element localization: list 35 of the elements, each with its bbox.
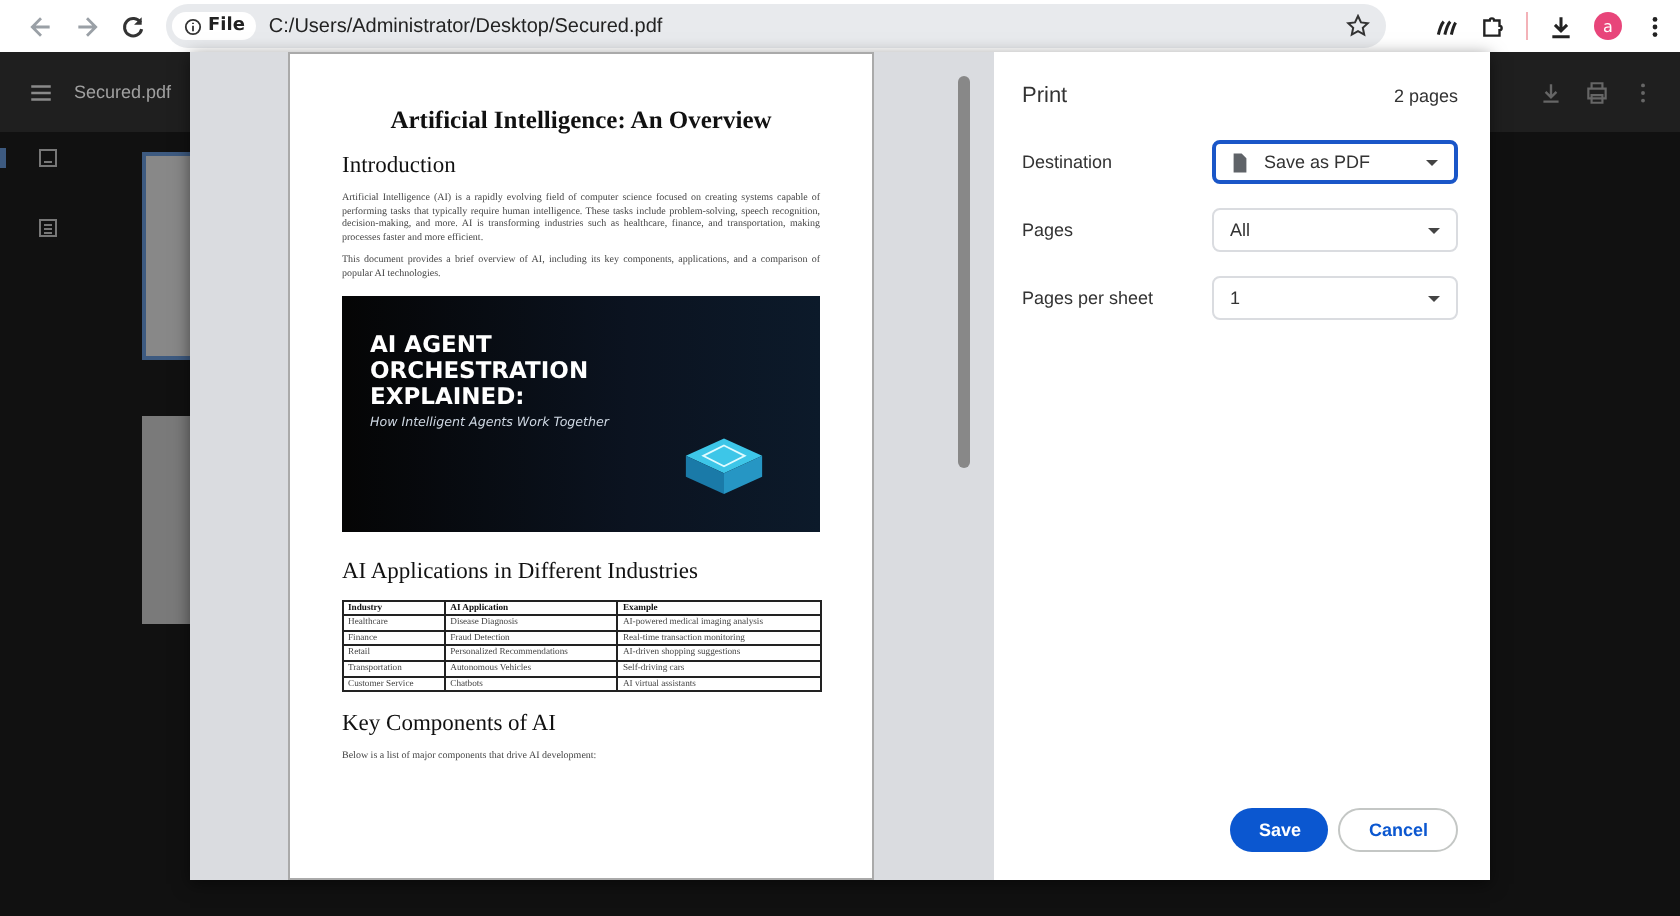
setting-label: Pages per sheet: [1022, 288, 1156, 308]
page-count: 2 pages: [1393, 86, 1458, 106]
back-icon[interactable]: [28, 13, 54, 39]
caret-icon: [1426, 159, 1438, 165]
print-icon[interactable]: [1584, 79, 1610, 105]
caret-icon: [1428, 295, 1440, 301]
document-icon: [1232, 151, 1248, 173]
banner-headline: AI AGENT ORCHESTRATION EXPLAINED:: [370, 331, 589, 410]
document-title: Artificial Intelligence: An Overview: [388, 106, 774, 136]
setting-label: Pages: [1022, 220, 1076, 240]
site-info-chip[interactable]: File: [172, 12, 257, 40]
url-text: C:/Users/Administrator/Desktop/Secured.pdf: [268, 15, 665, 37]
download-icon[interactable]: [1548, 13, 1574, 39]
puzzle-icon[interactable]: [1480, 13, 1506, 39]
dropdown[interactable]: All: [1212, 208, 1458, 252]
save-button[interactable]: Save: [1230, 808, 1329, 852]
cancel-button[interactable]: Cancel: [1338, 808, 1458, 852]
menu-icon[interactable]: [28, 79, 54, 105]
bookmark-star-icon[interactable]: [1346, 14, 1370, 38]
dialog-title: Print: [1022, 84, 1068, 108]
thumbnails-icon: [38, 148, 58, 168]
file-name: Secured.pdf: [74, 82, 172, 102]
profile-avatar[interactable]: a: [1594, 12, 1622, 40]
dropdown[interactable]: Save as PDF: [1212, 140, 1458, 184]
section-heading: Key Components of AI: [342, 712, 559, 737]
forward-icon[interactable]: [74, 13, 100, 39]
section-heading: AI Applications in Different Industries: [342, 559, 701, 584]
outline-icon: [38, 218, 58, 238]
setting-label: Destination: [1022, 152, 1115, 172]
caret-icon: [1428, 227, 1440, 233]
address-bar[interactable]: File C:/Users/Administrator/Desktop/Secured.pdf: [166, 4, 1386, 48]
dropdown[interactable]: 1: [1212, 276, 1458, 320]
info-icon: [184, 17, 202, 35]
section-heading: Introduction: [342, 154, 458, 178]
reload-icon[interactable]: [120, 13, 146, 39]
